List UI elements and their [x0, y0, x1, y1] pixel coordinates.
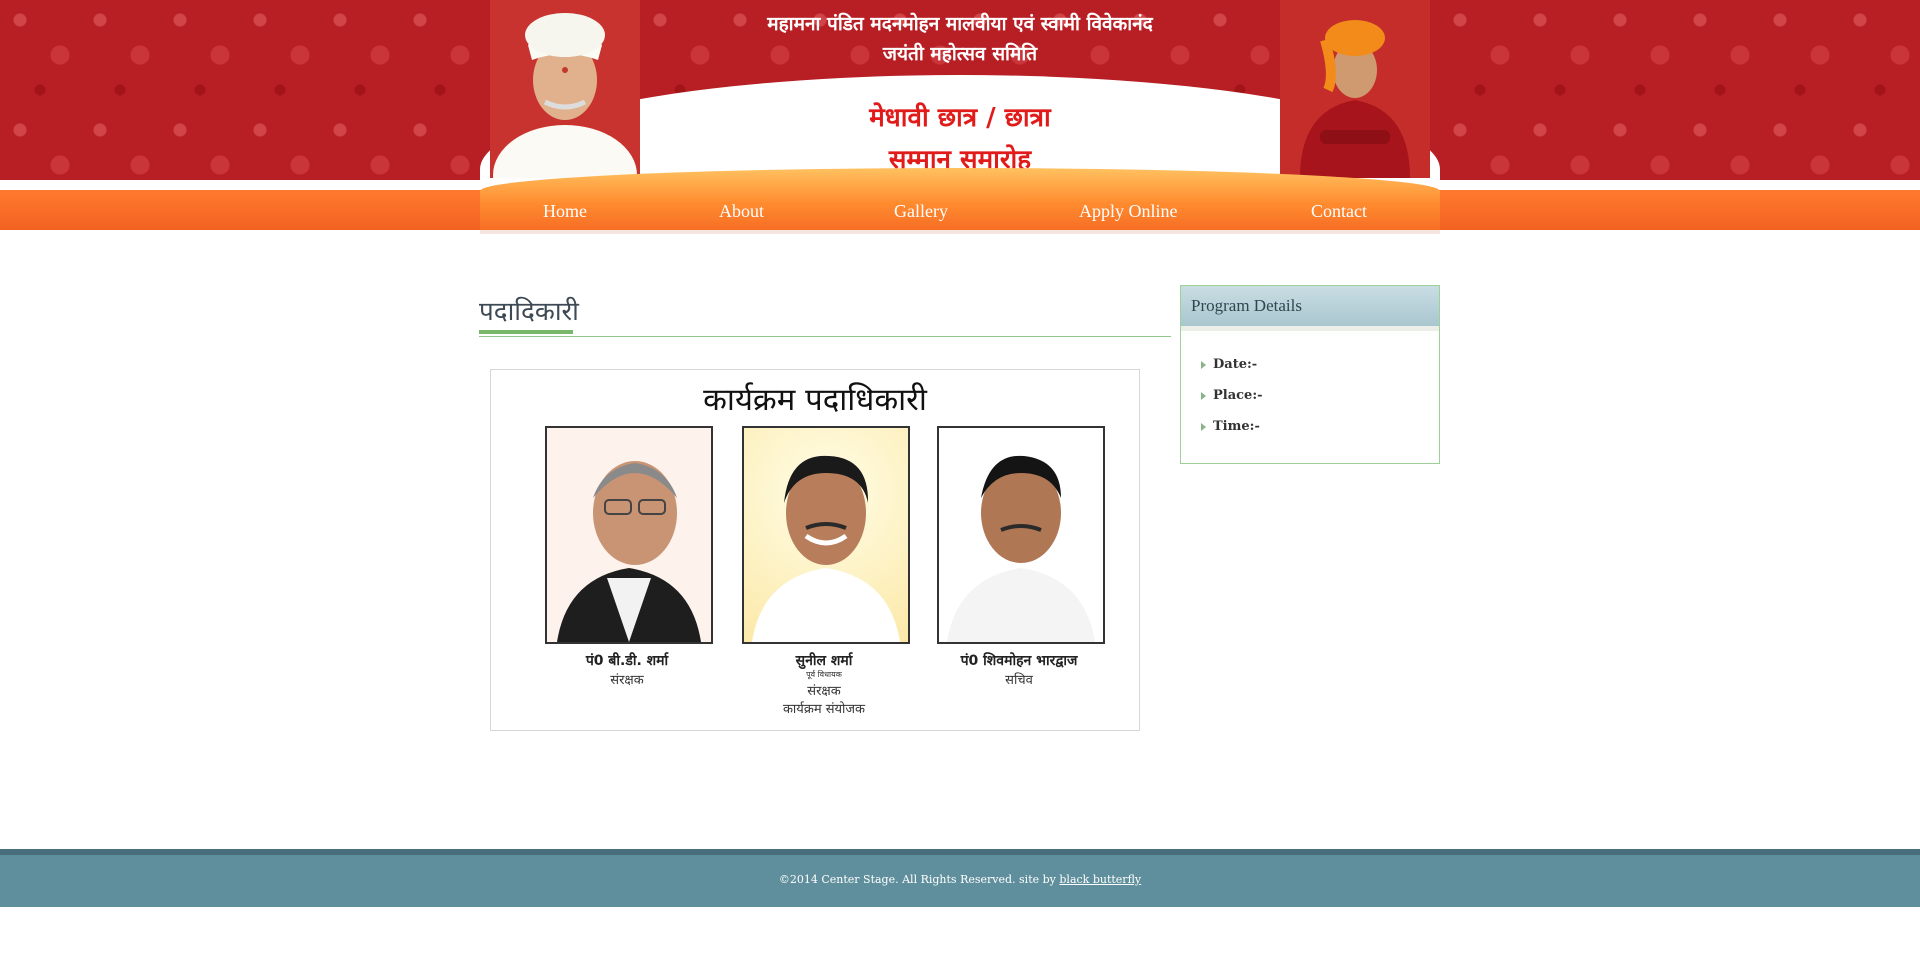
footer-copyright: ©2014 Center Stage. All Rights Reserved.… [0, 873, 1920, 886]
official-photo-1 [545, 426, 713, 644]
nav-contact[interactable]: Contact [1311, 201, 1367, 222]
detail-time: Time:- [1201, 419, 1260, 434]
officials-card: कार्यक्रम पदाधिकारी पं0 बी.डी. शर्मा संर… [490, 369, 1140, 731]
official-2-role2: कार्यक्रम संयोजक [782, 702, 866, 717]
program-details-panel: Program Details Date:- Place:- Time:- [1180, 285, 1440, 464]
detail-date-label: Date:- [1213, 357, 1258, 372]
official-3-name: पं0 शिवमोहन भारद्वाज [960, 653, 1078, 669]
official-2-portrait [752, 455, 900, 642]
official-1-portrait [557, 461, 701, 642]
bullet-arrow-icon [1201, 360, 1206, 369]
official-photo-3 [937, 426, 1105, 644]
nav-center-glow [480, 168, 1440, 234]
org-name-line1: महामना पंडित मदनमोहन मालवीया एवं स्वामी … [767, 13, 1153, 35]
footer-credit-link[interactable]: black butterfly [1059, 873, 1141, 886]
detail-date: Date:- [1201, 357, 1257, 372]
copyright-text: ©2014 Center Stage. All Rights Reserved.… [778, 873, 1060, 886]
officials-heading: कार्यक्रम पदाधिकारी [703, 382, 927, 418]
title-underline [479, 330, 573, 334]
detail-place: Place:- [1201, 388, 1263, 403]
program-details-stripe [1181, 326, 1439, 331]
official-1-role: संरक्षक [610, 673, 644, 688]
bullet-arrow-icon [1201, 391, 1206, 400]
detail-place-label: Place:- [1213, 388, 1263, 403]
event-title-line1: मेधावी छात्र / छात्रा [869, 103, 1051, 133]
official-2-role: संरक्षक [807, 684, 841, 699]
official-2-subtitle: पूर्व विधायक [806, 670, 842, 679]
program-details-title: Program Details [1191, 296, 1302, 315]
official-3-portrait [947, 455, 1095, 642]
official-2-name: सुनील शर्मा [795, 653, 853, 669]
bullet-arrow-icon [1201, 422, 1206, 431]
nav-apply-online[interactable]: Apply Online [1079, 201, 1178, 222]
malviya-portrait [490, 0, 640, 178]
official-1-name: पं0 बी.डी. शर्मा [585, 653, 669, 669]
page-title: पदादिकारी [479, 297, 579, 327]
detail-time-label: Time:- [1213, 419, 1260, 434]
title-rule [479, 336, 1171, 337]
site-header: महामना पंडित मदनमोहन मालवीया एवं स्वामी … [0, 0, 1920, 180]
vivekananda-portrait [1280, 0, 1430, 178]
nav-about[interactable]: About [719, 201, 764, 222]
nav-gallery[interactable]: Gallery [894, 201, 948, 222]
official-photo-2 [742, 426, 910, 644]
nav-home[interactable]: Home [543, 201, 587, 222]
org-name-line2: जयंती महोत्सव समिति [882, 43, 1038, 65]
official-3-role: सचिव [1005, 673, 1033, 688]
nav-underline [480, 230, 1440, 234]
site-footer: ©2014 Center Stage. All Rights Reserved.… [0, 855, 1920, 907]
program-details-header: Program Details [1181, 286, 1439, 327]
